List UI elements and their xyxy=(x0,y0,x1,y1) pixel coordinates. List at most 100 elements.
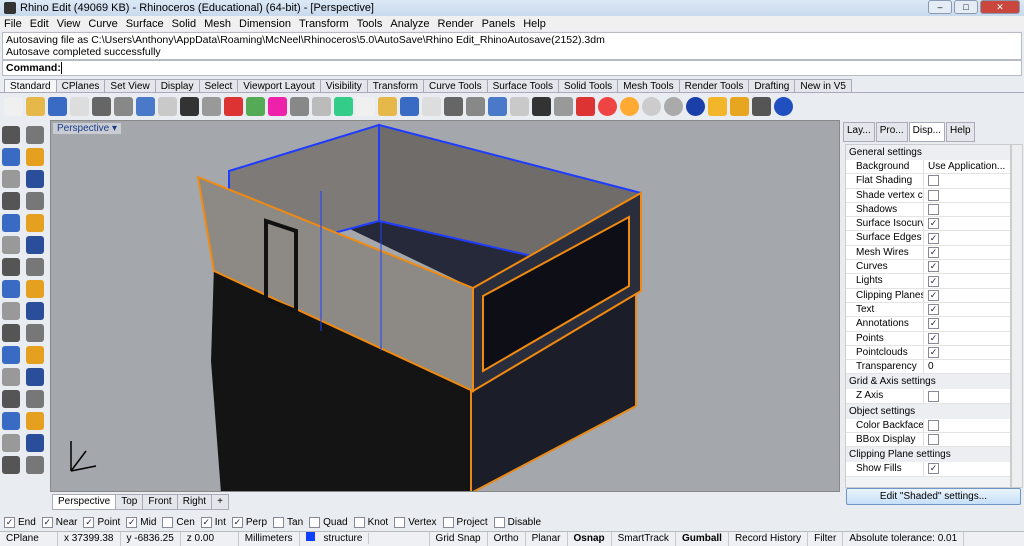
setting-value[interactable]: ✓ xyxy=(924,231,1010,244)
osnap-disable[interactable]: Disable xyxy=(493,516,541,528)
setting-checkbox[interactable]: ✓ xyxy=(928,218,939,230)
toolbar-tool-icon[interactable] xyxy=(180,96,199,116)
toolbar-tool-icon[interactable] xyxy=(686,96,705,116)
menu-file[interactable]: File xyxy=(4,18,22,30)
osnap-vertex[interactable]: Vertex xyxy=(394,516,437,528)
toggle-filter[interactable]: Filter xyxy=(808,532,844,546)
toolbar-tab[interactable]: Viewport Layout xyxy=(237,79,321,92)
toggle-record-history[interactable]: Record History xyxy=(729,532,809,546)
menu-view[interactable]: View xyxy=(57,18,81,30)
toolbar-tab[interactable]: Render Tools xyxy=(678,79,750,92)
current-layer[interactable]: structure xyxy=(300,532,430,546)
osnap-checkbox[interactable]: ✓ xyxy=(200,516,212,528)
toolbar-tool-icon[interactable] xyxy=(774,96,793,116)
setting-checkbox[interactable]: ✓ xyxy=(928,332,939,344)
modeling-tool-icon[interactable] xyxy=(26,126,44,144)
modeling-tool-icon[interactable] xyxy=(26,324,44,342)
modeling-tool-icon[interactable] xyxy=(26,412,44,430)
toolbar-tool-icon[interactable] xyxy=(334,96,353,116)
modeling-tool-icon[interactable] xyxy=(2,192,20,210)
osnap-knot[interactable]: Knot xyxy=(353,516,388,528)
toolbar-tool-icon[interactable] xyxy=(730,96,749,116)
modeling-tool-icon[interactable] xyxy=(26,346,44,364)
toolbar-tool-icon[interactable] xyxy=(598,96,617,116)
toggle-osnap[interactable]: Osnap xyxy=(568,532,612,546)
toolbar-tab[interactable]: CPlanes xyxy=(55,79,106,92)
setting-value-text[interactable]: Use Application... xyxy=(928,161,1005,172)
panel-tab[interactable]: Lay... xyxy=(843,122,875,142)
toolbar-tool-icon[interactable] xyxy=(620,96,639,116)
modeling-tool-icon[interactable] xyxy=(26,280,44,298)
modeling-tool-icon[interactable] xyxy=(26,302,44,320)
menu-analyze[interactable]: Analyze xyxy=(390,18,429,30)
toolbar-tool-icon[interactable] xyxy=(70,96,89,116)
panel-scrollbar[interactable] xyxy=(1011,144,1023,488)
setting-value[interactable]: ✓ xyxy=(924,260,1010,273)
modeling-tool-icon[interactable] xyxy=(2,324,20,342)
modeling-tool-icon[interactable] xyxy=(26,170,44,188)
osnap-tan[interactable]: Tan xyxy=(273,516,303,528)
toolbar-tool-icon[interactable] xyxy=(422,96,441,116)
setting-checkbox[interactable]: ✓ xyxy=(928,304,939,316)
settings-section-header[interactable]: Clipping Plane settings xyxy=(846,447,1010,463)
toggle-planar[interactable]: Planar xyxy=(526,532,568,546)
setting-checkbox[interactable] xyxy=(928,189,939,201)
toolbar-tab[interactable]: Set View xyxy=(104,79,156,92)
toolbar-tool-icon[interactable] xyxy=(92,96,111,116)
close-button[interactable]: ✕ xyxy=(980,0,1020,14)
toolbar-tool-icon[interactable] xyxy=(26,96,45,116)
toolbar-tool-icon[interactable] xyxy=(158,96,177,116)
modeling-tool-icon[interactable] xyxy=(2,412,20,430)
settings-section-header[interactable]: General settings xyxy=(846,145,1010,160)
setting-checkbox[interactable] xyxy=(928,434,939,446)
osnap-checkbox[interactable]: ✓ xyxy=(126,516,138,528)
modeling-tool-icon[interactable] xyxy=(26,148,44,166)
toolbar-tool-icon[interactable] xyxy=(312,96,331,116)
toggle-gumball[interactable]: Gumball xyxy=(676,532,729,546)
osnap-point[interactable]: ✓ Point xyxy=(83,516,120,528)
toolbar-tab[interactable]: Standard xyxy=(4,79,57,92)
setting-value[interactable] xyxy=(924,389,1010,402)
toolbar-tool-icon[interactable] xyxy=(664,96,683,116)
setting-value[interactable] xyxy=(924,174,1010,187)
setting-value[interactable]: 0 xyxy=(924,360,1010,373)
modeling-tool-icon[interactable] xyxy=(2,126,20,144)
toolbar-tool-icon[interactable] xyxy=(290,96,309,116)
toolbar-tool-icon[interactable] xyxy=(444,96,463,116)
toolbar-tool-icon[interactable] xyxy=(510,96,529,116)
setting-value[interactable]: ✓ xyxy=(924,303,1010,316)
toggle-grid-snap[interactable]: Grid Snap xyxy=(430,532,488,546)
toolbar-tool-icon[interactable] xyxy=(246,96,265,116)
viewport-tab[interactable]: Top xyxy=(115,494,144,510)
osnap-checkbox[interactable] xyxy=(273,516,285,528)
setting-value-text[interactable]: 0 xyxy=(928,361,934,372)
toolbar-tool-icon[interactable] xyxy=(400,96,419,116)
viewport-tab[interactable]: Perspective xyxy=(52,494,117,510)
viewport-tab[interactable]: Front xyxy=(142,494,178,510)
modeling-tool-icon[interactable] xyxy=(2,302,20,320)
panel-tab[interactable]: Disp... xyxy=(908,122,945,142)
setting-value[interactable] xyxy=(924,419,1010,432)
osnap-checkbox[interactable] xyxy=(442,516,454,528)
toggle-smarttrack[interactable]: SmartTrack xyxy=(612,532,676,546)
osnap-checkbox[interactable]: ✓ xyxy=(231,516,243,528)
menu-solid[interactable]: Solid xyxy=(172,18,196,30)
osnap-quad[interactable]: Quad xyxy=(309,516,348,528)
toolbar-tool-icon[interactable] xyxy=(554,96,573,116)
setting-value[interactable]: Use Application... xyxy=(924,160,1010,173)
viewport-label[interactable]: Perspective ▾ xyxy=(53,123,122,134)
toolbar-tool-icon[interactable] xyxy=(532,96,551,116)
osnap-project[interactable]: Project xyxy=(442,516,488,528)
toolbar-tool-icon[interactable] xyxy=(136,96,155,116)
toolbar-tab[interactable]: Surface Tools xyxy=(486,79,559,92)
menu-dimension[interactable]: Dimension xyxy=(239,18,291,30)
setting-checkbox[interactable]: ✓ xyxy=(928,289,939,301)
viewport-tab[interactable]: + xyxy=(211,494,229,510)
menu-mesh[interactable]: Mesh xyxy=(204,18,231,30)
modeling-tool-icon[interactable] xyxy=(2,214,20,232)
minimize-button[interactable]: – xyxy=(928,0,952,14)
modeling-tool-icon[interactable] xyxy=(26,456,44,474)
osnap-end[interactable]: ✓ End xyxy=(4,516,36,528)
modeling-tool-icon[interactable] xyxy=(26,258,44,276)
modeling-tool-icon[interactable] xyxy=(26,368,44,386)
